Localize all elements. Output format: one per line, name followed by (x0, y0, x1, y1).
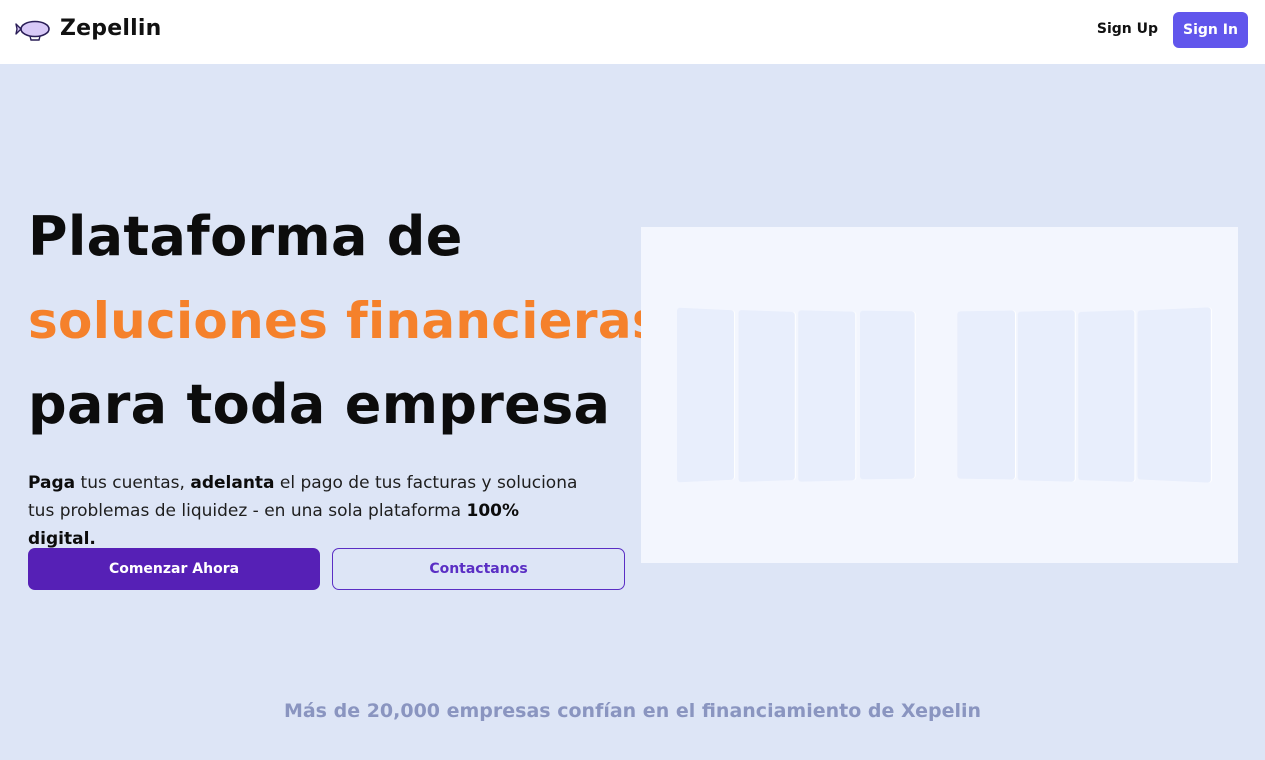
headline-line-1: Plataforma de (28, 205, 463, 268)
carousel-card (738, 309, 795, 483)
carousel-card (1137, 307, 1211, 483)
headline-line-3: para toda empresa (28, 373, 611, 436)
start-now-button[interactable]: Comenzar Ahora (28, 548, 320, 590)
carousel-card (1078, 309, 1135, 483)
carousel-card (677, 307, 735, 483)
brand-name[interactable]: Zepellin (60, 16, 161, 41)
carousel-card (1017, 310, 1075, 482)
headline-accent: soluciones financieras (28, 292, 662, 350)
sign-up-link[interactable]: Sign Up (1097, 21, 1158, 37)
hero-lead-paragraph: Paga tus cuentas, adelanta el pago de tu… (28, 469, 588, 553)
carousel-card (798, 310, 856, 482)
top-nav-bar: Zepellin Sign Up Sign In (0, 0, 1265, 64)
carousel-card (860, 310, 915, 480)
sign-in-button[interactable]: Sign In (1173, 12, 1248, 48)
contact-button[interactable]: Contactanos (332, 548, 625, 590)
carousel-card (957, 310, 1015, 480)
lead-bold-adelanta: adelanta (190, 473, 275, 493)
lead-bold-paga: Paga (28, 473, 76, 493)
zeppelin-icon[interactable] (15, 16, 51, 44)
lead-text-1: tus cuentas, (75, 473, 191, 493)
trust-statement: Más de 20,000 empresas confían en el fin… (283, 700, 982, 722)
hero-headline: Plataforma de soluciones financieras par… (28, 195, 662, 447)
hero-illustration (641, 227, 1238, 563)
